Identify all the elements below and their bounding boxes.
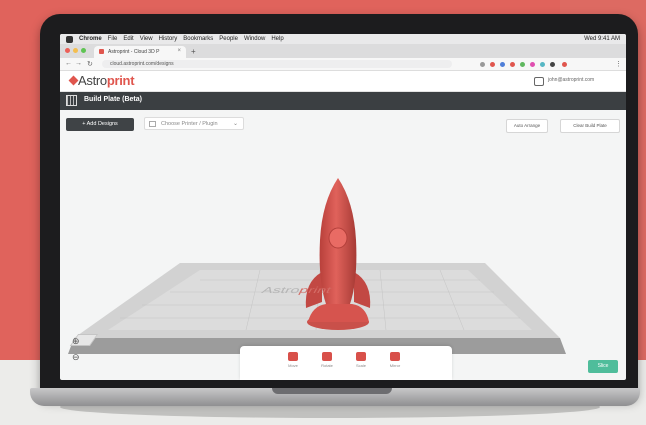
- minimize-window-icon[interactable]: [73, 48, 78, 53]
- menu-help[interactable]: Help: [271, 36, 283, 42]
- 3d-viewport[interactable]: Astroprint ⊕ ⊖ Move Rotate Scale Mirror …: [60, 140, 626, 380]
- model-window: [328, 227, 348, 249]
- extension-icon[interactable]: [530, 62, 535, 67]
- scale-icon: [356, 352, 366, 361]
- close-tab-icon[interactable]: ×: [177, 48, 181, 54]
- move-icon: [288, 352, 298, 361]
- address-bar[interactable]: cloud.astroprint.com/designs: [102, 60, 452, 68]
- apple-icon[interactable]: [66, 35, 73, 43]
- reload-icon[interactable]: ↻: [87, 60, 93, 68]
- extension-icon[interactable]: [540, 62, 545, 67]
- mirror-tool-button[interactable]: Mirror: [380, 350, 410, 368]
- address-text: cloud.astroprint.com/designs: [110, 61, 174, 67]
- laptop-screen: Chrome File Edit View History Bookmarks …: [60, 34, 626, 380]
- menu-file[interactable]: File: [108, 36, 118, 42]
- extension-icon[interactable]: [520, 62, 525, 67]
- close-window-icon[interactable]: [65, 48, 70, 53]
- scale-tool-button[interactable]: Scale: [346, 350, 376, 368]
- mirror-label: Mirror: [389, 363, 401, 368]
- zoom-in-icon[interactable]: ⊕: [72, 336, 80, 347]
- extension-icon[interactable]: [480, 62, 485, 67]
- build-plate-bar: Build Plate (Beta): [60, 92, 626, 110]
- build-plate-scene: [68, 178, 566, 354]
- forward-icon[interactable]: →: [75, 60, 82, 67]
- extension-icon[interactable]: [562, 62, 567, 67]
- rotate-tool-button[interactable]: Rotate: [312, 350, 342, 368]
- clear-plate-button[interactable]: Clear Build Plate: [560, 119, 620, 133]
- scale-label: Scale: [355, 363, 366, 368]
- menu-edit[interactable]: Edit: [123, 36, 133, 42]
- move-tool-button[interactable]: Move: [278, 350, 308, 368]
- menu-view[interactable]: View: [140, 36, 153, 42]
- tab-title: Astroprint - Cloud 3D P: [108, 49, 160, 55]
- plate-logo: Astroprint: [259, 286, 334, 296]
- page-title: Build Plate (Beta): [84, 96, 142, 103]
- menu-window[interactable]: Window: [244, 36, 265, 42]
- browser-tabbar: Astroprint - Cloud 3D P × +: [60, 44, 626, 58]
- add-designs-button[interactable]: + Add Designs: [66, 118, 134, 131]
- auto-arrange-button[interactable]: Auto Arrange: [506, 119, 548, 133]
- chevron-down-icon: ⌄: [232, 121, 238, 127]
- extension-icon[interactable]: [500, 62, 505, 67]
- app-logo[interactable]: Astroprint: [78, 73, 135, 88]
- printer-select[interactable]: Choose Printer / Plugin ⌄: [144, 117, 244, 130]
- menu-bookmarks[interactable]: Bookmarks: [183, 36, 213, 42]
- menu-app[interactable]: Chrome: [79, 36, 102, 42]
- menu-people[interactable]: People: [219, 36, 238, 42]
- favicon-icon: [99, 49, 104, 54]
- folder-icon[interactable]: [534, 77, 544, 86]
- build-plate-icon: [66, 95, 77, 106]
- browser-menu-icon[interactable]: ⋮: [615, 60, 622, 68]
- zoom-out-icon[interactable]: ⊖: [72, 352, 80, 363]
- extension-icon[interactable]: [550, 62, 555, 67]
- rotate-label: Rotate: [321, 363, 333, 368]
- extension-icon[interactable]: [490, 62, 495, 67]
- browser-toolbar: ← → ↻ cloud.astroprint.com/designs ⋮: [60, 58, 626, 71]
- menu-history[interactable]: History: [159, 36, 178, 42]
- extension-icon[interactable]: [510, 62, 515, 67]
- plate-toolbar: + Add Designs Choose Printer / Plugin ⌄ …: [60, 110, 626, 140]
- mirror-icon: [390, 352, 400, 361]
- transform-toolbar: Move Rotate Scale Mirror: [240, 346, 452, 380]
- browser-tab[interactable]: Astroprint - Cloud 3D P ×: [94, 46, 186, 58]
- printer-icon: [149, 121, 156, 127]
- menubar-clock: Wed 9:41 AM: [584, 36, 620, 42]
- laptop-notch: [272, 388, 392, 394]
- user-menu[interactable]: john@astroprint.com: [548, 77, 594, 83]
- astroprint-logo-icon: [68, 75, 79, 86]
- new-tab-icon[interactable]: +: [191, 47, 196, 56]
- printer-select-label: Choose Printer / Plugin: [161, 121, 218, 127]
- rotate-icon: [322, 352, 332, 361]
- maximize-window-icon[interactable]: [81, 48, 86, 53]
- slice-button[interactable]: Slice: [588, 360, 618, 373]
- back-icon[interactable]: ←: [65, 60, 72, 67]
- move-label: Move: [288, 363, 298, 368]
- mac-menubar: Chrome File Edit View History Bookmarks …: [60, 34, 626, 44]
- app-header: Astroprint john@astroprint.com: [60, 71, 626, 92]
